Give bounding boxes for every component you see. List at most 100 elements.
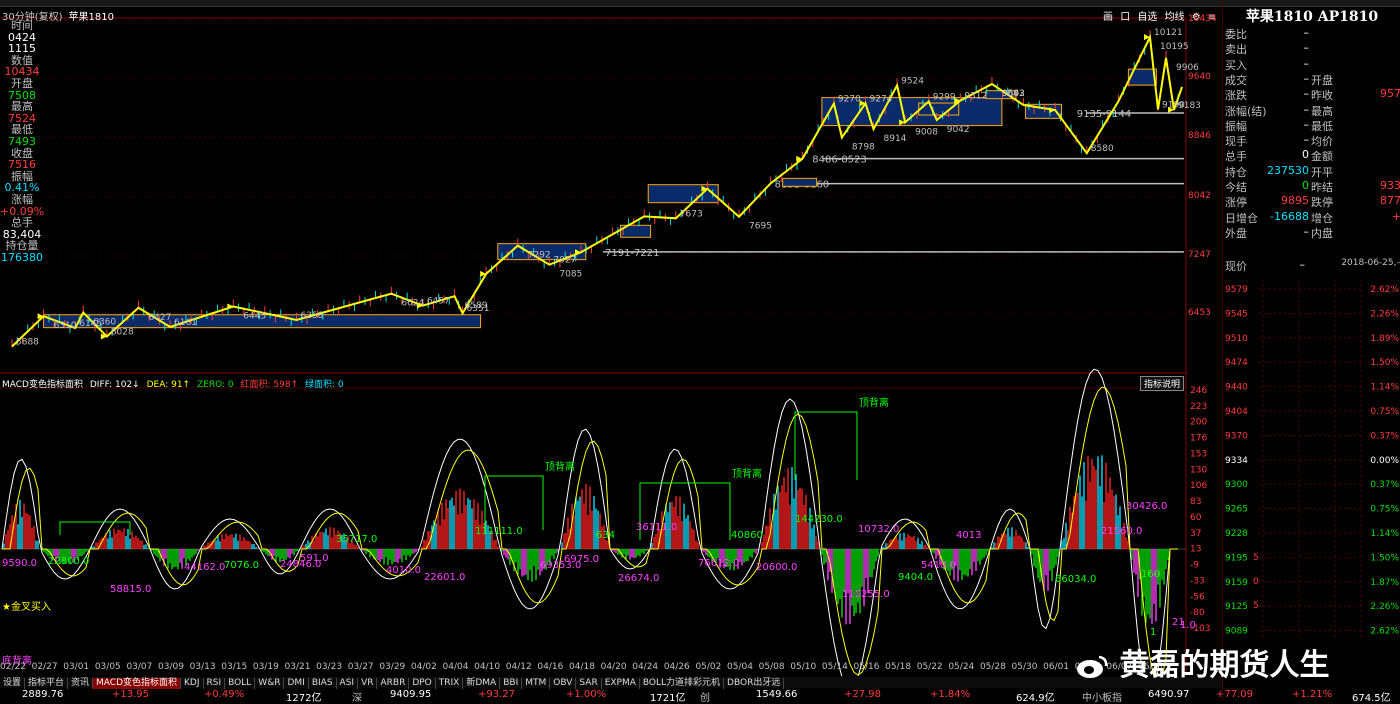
draw-tool-button[interactable]: 画 — [1103, 12, 1113, 23]
macd-axis-label: 153 — [1190, 449, 1207, 459]
macd-value-label: 69353.0 — [540, 560, 581, 571]
ladder-price: 9265 — [1225, 505, 1248, 515]
price-axis-label: 10434 — [1188, 14, 1217, 24]
top-divergence-label: 顶背离 — [859, 396, 889, 409]
macd-axis-label: 200 — [1190, 418, 1207, 428]
indicator-tab[interactable]: TRIX — [436, 678, 464, 689]
price-point-label: 9042 — [947, 125, 970, 135]
macd-value-label: 4010.0 — [386, 565, 421, 576]
indicator-tab[interactable]: RSI — [204, 678, 226, 689]
info-value: 176380 — [1, 250, 43, 264]
wave-arrow — [227, 303, 234, 310]
quote-row: 外盘 – 内盘 — [1225, 225, 1400, 240]
quote-row: 涨跌 – 昨收 957 — [1225, 87, 1400, 102]
status-item: 9409.95 — [390, 689, 432, 700]
quote-value: 0 — [1302, 148, 1309, 162]
ma-button[interactable]: 均线 — [1165, 12, 1185, 23]
macd-value-label: 4013 — [956, 530, 981, 541]
ladder-price: 9159 — [1225, 578, 1248, 588]
quote-row: 成交 – 开盘 — [1225, 72, 1400, 87]
indicator-tab[interactable]: MACD变色指标面积 — [93, 678, 182, 689]
ladder-pct: 2.62% — [1370, 285, 1399, 295]
quote-key: 买入 — [1225, 58, 1247, 72]
price-point-label: 8914 — [884, 134, 907, 144]
indicator-tab[interactable]: 指标平台 — [25, 678, 69, 689]
indicator-tab[interactable]: VR — [358, 678, 378, 689]
quote-key: 卖出 — [1225, 43, 1247, 57]
price-point-label: 6457 — [427, 297, 450, 307]
date-tick: 05/02 — [695, 662, 722, 672]
quote-key2: 金额 — [1311, 150, 1333, 164]
watchlist-button[interactable]: 自选 — [1137, 12, 1157, 23]
indicator-tab[interactable]: BIAS — [309, 678, 337, 689]
quote-row: 持仓 237530 开平 — [1225, 164, 1400, 179]
indicator-tab[interactable]: 新DMA — [463, 678, 501, 689]
vol-axis-label: 0 — [1253, 577, 1259, 587]
indicator-help-button[interactable]: 指标说明 — [1140, 376, 1185, 391]
price-point-label: 10121 — [1154, 28, 1183, 38]
indicator-tab[interactable]: BBI — [500, 678, 523, 689]
quote-key: 日增仓 — [1225, 211, 1258, 225]
weibo-icon — [1077, 655, 1108, 678]
quote-key: 今结 — [1225, 181, 1247, 194]
price-axis-label: 7247 — [1188, 250, 1211, 260]
status-item: +93.27 — [478, 689, 516, 700]
price-axis-label: 6453 — [1188, 308, 1211, 318]
indicator-tab[interactable]: MTM — [522, 678, 551, 689]
date-tick: 03/15 — [221, 662, 248, 672]
macd-value-label: 591.0 — [300, 553, 329, 564]
quote-value2: 877 — [1380, 194, 1400, 208]
indicator-tab[interactable]: KDJ — [181, 678, 204, 689]
date-tick: 04/20 — [600, 662, 627, 672]
ladder-price: 9440 — [1225, 383, 1248, 393]
quote-key: 委比 — [1225, 28, 1247, 41]
quote-value: – — [1303, 224, 1310, 238]
macd-value-label: 1 — [1150, 627, 1156, 638]
indicator-tab[interactable]: SAR — [576, 678, 602, 689]
indicator-tab[interactable]: ARBR — [377, 678, 410, 689]
indicator-tab[interactable]: DBOR出牙远 — [724, 678, 785, 689]
ladder-price: 9195 — [1225, 553, 1248, 563]
watermark-text: 黄磊的期货人生 — [1119, 648, 1330, 683]
quote-key: 振幅 — [1225, 119, 1247, 133]
macd-value-label: 58815.0 — [110, 584, 151, 595]
zone-label: 9135-9144 — [1077, 109, 1132, 120]
bar-info-box: 时间 0424 1115 数值 10434 开盘 7508 最高 7524 最低 7493 收盘 751… — [0, 20, 44, 263]
quote-key2: 增仓 — [1311, 211, 1333, 225]
window-tool-button[interactable]: 口 — [1120, 12, 1130, 23]
macd-value-label: 36111.0 — [636, 522, 677, 533]
quote-key2: 跌停 — [1311, 196, 1333, 210]
date-tick: 04/12 — [505, 662, 532, 672]
macd-value-label: 22601.0 — [424, 572, 465, 583]
status-item: 1549.66 — [756, 689, 798, 700]
quote-key2: 昨收 — [1311, 89, 1333, 103]
price-point-label: 9274 — [870, 94, 893, 104]
macd-axis-label: 246 — [1190, 386, 1207, 396]
quote-value: 0 — [1302, 179, 1309, 192]
indicator-tab[interactable]: EXPMA — [602, 678, 640, 689]
indicator-tab[interactable]: OBV — [550, 678, 577, 689]
macd-axis-label: 223 — [1190, 402, 1207, 412]
indicator-tab[interactable]: ASI — [337, 678, 359, 689]
macd-axis-label: 176 — [1190, 434, 1207, 444]
vol-axis-label: 5 — [1253, 601, 1259, 611]
indicator-tab[interactable]: 设置 — [0, 678, 26, 689]
indicator-tab[interactable]: W&R — [255, 678, 285, 689]
date-tick: 03/01 — [63, 662, 90, 672]
quote-value: -16688 — [1270, 209, 1309, 223]
ladder-price: 9334 — [1225, 456, 1248, 466]
price-point-label: 9299 — [933, 93, 956, 103]
price-point-label: 9602 — [1002, 89, 1025, 99]
indicator-tab[interactable]: 资讯 — [68, 678, 94, 689]
indicator-tab[interactable]: DPO — [409, 678, 436, 689]
date-tick: 04/18 — [569, 662, 595, 672]
indicator-tab[interactable]: BOLL力道排彩元机 — [640, 678, 725, 689]
indicator-tab[interactable]: DMI — [284, 678, 309, 689]
quote-value: – — [1303, 26, 1310, 39]
quote-key: 持仓 — [1225, 165, 1247, 179]
date-tick: 05/18 — [885, 662, 912, 672]
date-tick: 03/09 — [158, 662, 184, 672]
quote-value: – — [1303, 117, 1310, 131]
price-point-label: 7085 — [559, 270, 582, 280]
indicator-tab[interactable]: BOLL — [225, 678, 256, 689]
